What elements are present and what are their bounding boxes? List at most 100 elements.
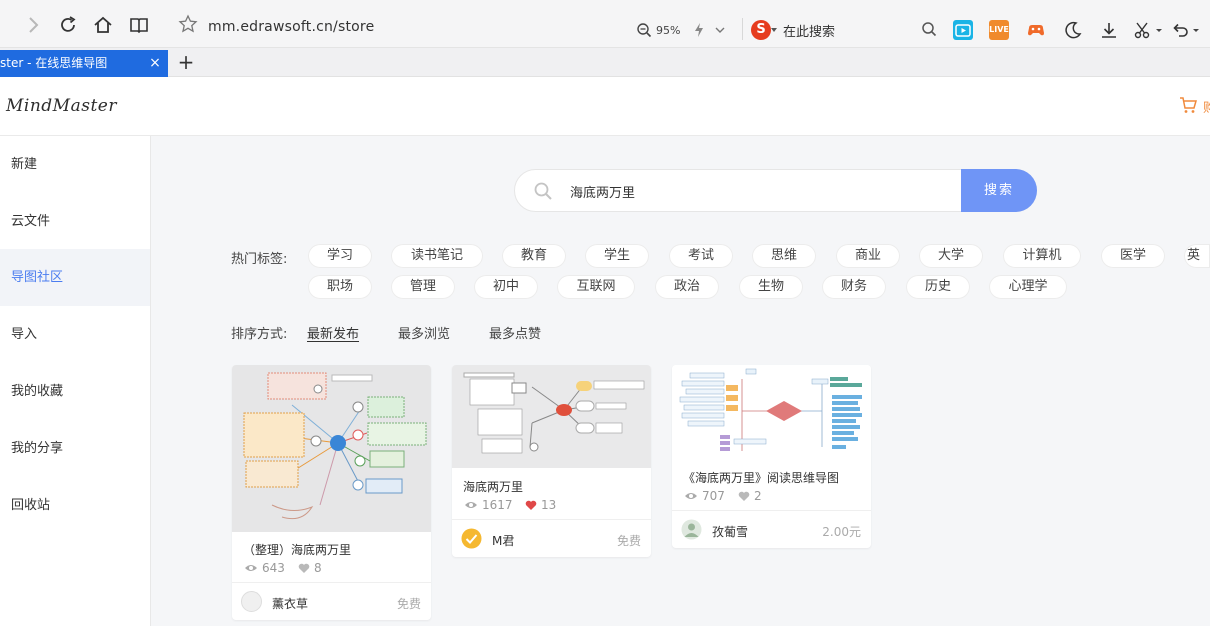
lightning-icon[interactable] — [693, 22, 705, 38]
card-title[interactable]: 《海底两万里》阅读思维导图 — [683, 469, 839, 486]
sidebar-item-community[interactable]: 导图社区 — [0, 249, 150, 306]
tab-close-icon[interactable]: × — [148, 50, 162, 77]
tag-chip[interactable]: 英 — [1184, 244, 1210, 268]
avatar[interactable] — [461, 528, 482, 549]
tag-chip[interactable]: 大学 — [919, 244, 983, 268]
dark-mode-icon[interactable] — [1063, 20, 1083, 40]
tag-chip[interactable]: 学生 — [585, 244, 649, 268]
like-heart-icon[interactable] — [298, 563, 310, 574]
tag-chip[interactable]: 学习 — [308, 244, 372, 268]
view-count: 643 — [262, 561, 285, 575]
mindmap-card[interactable]: （整理）海底两万里 643 8 薰衣草 免费 — [232, 365, 431, 620]
like-count: 2 — [754, 489, 762, 503]
sort-label: 排序方式: — [231, 327, 288, 342]
tag-chip[interactable]: 历史 — [906, 275, 970, 299]
tag-chip[interactable]: 职场 — [308, 275, 372, 299]
tag-chip[interactable]: 互联网 — [557, 275, 635, 299]
app-header: MindMaster 购 — [0, 77, 1210, 136]
tag-chip[interactable]: 财务 — [822, 275, 886, 299]
sidebar-item-cloud-files[interactable]: 云文件 — [0, 193, 150, 250]
author-name[interactable]: 孜葡雪 — [712, 523, 748, 540]
search-button[interactable]: 搜索 — [961, 169, 1037, 212]
tag-chip[interactable]: 心理学 — [989, 275, 1067, 299]
tag-chip[interactable]: 医学 — [1101, 244, 1165, 268]
tag-chip[interactable]: 管理 — [391, 275, 455, 299]
tag-chip[interactable]: 生物 — [739, 275, 803, 299]
tag-chip[interactable]: 计算机 — [1003, 244, 1081, 268]
tag-chip[interactable]: 商业 — [836, 244, 900, 268]
tag-chip[interactable]: 读书笔记 — [391, 244, 483, 268]
card-divider — [232, 582, 431, 583]
mindmap-card[interactable]: 《海底两万里》阅读思维导图 707 2 孜葡雪 2.00元 — [672, 365, 871, 548]
price-label: 免费 — [396, 597, 421, 611]
views-eye-icon — [685, 493, 697, 499]
live-ext-icon[interactable]: LIVE — [989, 20, 1009, 40]
forward-icon[interactable] — [22, 14, 44, 36]
card-thumbnail[interactable] — [452, 365, 651, 468]
view-count: 1617 — [482, 498, 513, 512]
scissors-icon[interactable] — [1133, 20, 1153, 40]
search-input[interactable] — [570, 182, 950, 200]
download-icon[interactable] — [1099, 20, 1119, 40]
bookmark-star-icon[interactable] — [178, 14, 198, 34]
chevron-down-icon[interactable] — [714, 24, 726, 36]
address-bar-url[interactable]: mm.edrawsoft.cn/store — [208, 19, 374, 35]
home-icon[interactable] — [92, 14, 114, 36]
like-count: 13 — [541, 498, 557, 512]
tag-chip[interactable]: 考试 — [669, 244, 733, 268]
browser-search-input[interactable]: 在此搜索 — [783, 21, 835, 40]
views-eye-icon — [245, 565, 257, 571]
gamepad-icon[interactable] — [1026, 20, 1046, 40]
tag-chip[interactable]: 政治 — [655, 275, 719, 299]
tag-chip[interactable]: 思维 — [752, 244, 816, 268]
engine-dropdown-arrow-icon[interactable] — [771, 28, 777, 32]
sort-option-most-liked[interactable]: 最多点赞 — [489, 323, 541, 342]
scissors-dropdown-arrow-icon[interactable] — [1155, 20, 1163, 40]
search-icon — [534, 182, 552, 200]
sidebar-item-shares[interactable]: 我的分享 — [0, 420, 150, 477]
view-count: 707 — [702, 489, 725, 503]
reading-mode-icon[interactable] — [128, 14, 150, 36]
sidebar-item-favorites[interactable]: 我的收藏 — [0, 363, 150, 420]
like-heart-icon[interactable] — [738, 491, 750, 502]
author-name[interactable]: 薰衣草 — [272, 595, 308, 612]
zoom-icon[interactable] — [636, 22, 652, 38]
cart-icon[interactable] — [1178, 95, 1198, 115]
avatar[interactable] — [681, 519, 702, 540]
new-tab-button[interactable]: + — [176, 52, 196, 72]
search-engine-icon[interactable]: S — [751, 20, 771, 40]
tab-title: ster - 在线思维导图 — [0, 56, 108, 70]
sidebar: 新建 云文件 导图社区 导入 我的收藏 我的分享 回收站 — [0, 136, 151, 626]
cart-label[interactable]: 购 — [1203, 97, 1210, 116]
search-icon[interactable] — [921, 21, 937, 37]
hot-tags-label: 热门标签: — [231, 252, 288, 267]
like-count: 8 — [314, 561, 322, 575]
sidebar-item-import[interactable]: 导入 — [0, 306, 150, 363]
card-thumbnail[interactable] — [672, 365, 871, 459]
views-eye-icon — [465, 502, 477, 508]
undo-icon[interactable] — [1170, 20, 1190, 40]
author-name[interactable]: M君 — [492, 532, 514, 549]
mindmap-card[interactable]: 海底两万里 1617 13 M君 免费 — [452, 365, 651, 557]
price-label: 2.00元 — [822, 525, 861, 539]
tag-chip[interactable]: 初中 — [474, 275, 538, 299]
like-heart-icon[interactable] — [525, 500, 537, 511]
sort-option-most-viewed[interactable]: 最多浏览 — [398, 323, 450, 342]
sidebar-item-trash[interactable]: 回收站 — [0, 477, 150, 534]
video-ext-icon[interactable] — [953, 20, 973, 40]
card-title[interactable]: 海底两万里 — [463, 478, 523, 495]
reload-icon[interactable] — [57, 14, 79, 36]
zoom-level[interactable]: 95% — [656, 24, 680, 37]
card-divider — [672, 510, 871, 511]
card-thumbnail[interactable] — [232, 365, 431, 532]
browser-toolbar: mm.edrawsoft.cn/store 95% S 在此搜索 LIVE — [0, 0, 1210, 48]
card-title[interactable]: （整理）海底两万里 — [243, 541, 351, 558]
sort-option-newest[interactable]: 最新发布 — [307, 323, 359, 342]
undo-dropdown-arrow-icon[interactable] — [1192, 20, 1200, 40]
price-label: 免费 — [616, 534, 641, 548]
tag-chip[interactable]: 教育 — [502, 244, 566, 268]
mindmaster-logo[interactable]: MindMaster — [6, 96, 117, 116]
avatar[interactable] — [241, 591, 262, 612]
tab-active[interactable]: ster - 在线思维导图 × — [0, 50, 168, 77]
sidebar-item-new[interactable]: 新建 — [0, 136, 150, 193]
